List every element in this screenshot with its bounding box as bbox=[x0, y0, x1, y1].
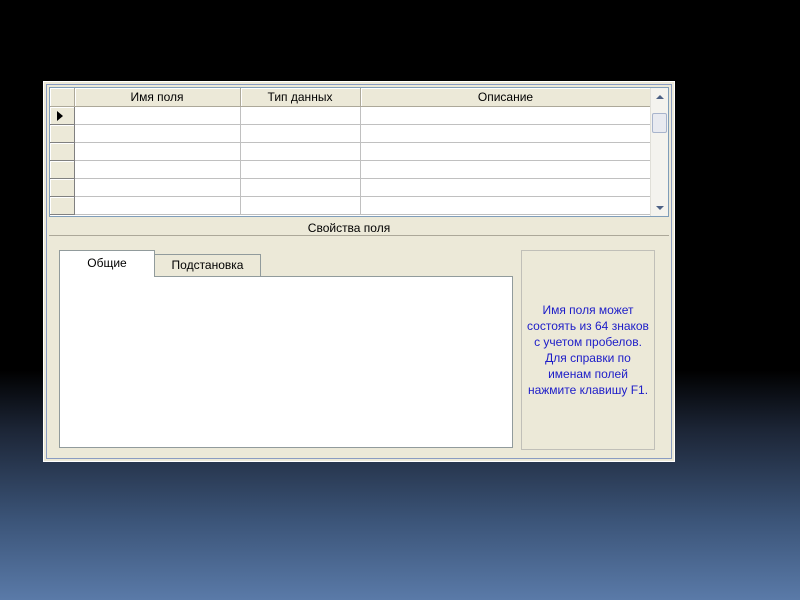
help-panel: Имя поля может состоять из 64 знаков с у… bbox=[521, 250, 655, 450]
general-tab-panel bbox=[59, 276, 513, 448]
scroll-up-arrow-icon bbox=[655, 94, 664, 99]
data-type-cell[interactable] bbox=[240, 196, 361, 215]
row-selector[interactable] bbox=[50, 124, 75, 143]
table-row[interactable] bbox=[50, 142, 652, 161]
scroll-thumb[interactable] bbox=[652, 113, 667, 133]
data-type-cell[interactable] bbox=[240, 106, 361, 125]
column-header-data-type[interactable]: Тип данных bbox=[240, 88, 361, 107]
scroll-down-arrow-icon bbox=[655, 205, 664, 210]
field-name-cell[interactable] bbox=[74, 160, 241, 179]
row-selector[interactable] bbox=[50, 160, 75, 179]
data-type-cell[interactable] bbox=[240, 124, 361, 143]
row-selector[interactable] bbox=[50, 196, 75, 215]
field-grid: Имя поля Тип данных Описание bbox=[49, 87, 669, 217]
row-selector-header bbox=[50, 88, 75, 107]
record-pointer-icon bbox=[57, 111, 63, 121]
description-cell[interactable] bbox=[360, 178, 652, 197]
field-name-cell[interactable] bbox=[74, 196, 241, 215]
tab-lookup[interactable]: Подстановка bbox=[154, 254, 261, 276]
column-header-field-name[interactable]: Имя поля bbox=[74, 88, 241, 107]
field-name-cell[interactable] bbox=[74, 124, 241, 143]
description-cell[interactable] bbox=[360, 124, 652, 143]
scroll-up-button[interactable] bbox=[652, 89, 667, 104]
field-name-cell[interactable] bbox=[74, 106, 241, 125]
table-row[interactable] bbox=[50, 196, 652, 215]
description-cell[interactable] bbox=[360, 196, 652, 215]
table-row[interactable] bbox=[50, 106, 652, 125]
data-type-cell[interactable] bbox=[240, 142, 361, 161]
data-type-cell[interactable] bbox=[240, 178, 361, 197]
field-name-cell[interactable] bbox=[74, 142, 241, 161]
field-grid-table: Имя поля Тип данных Описание bbox=[50, 88, 652, 215]
divider bbox=[49, 235, 669, 236]
row-selector[interactable] bbox=[50, 178, 75, 197]
table-design-window: Имя поля Тип данных Описание Свойства по… bbox=[43, 81, 675, 462]
help-text: Имя поля может состоять из 64 знаков с у… bbox=[527, 303, 649, 397]
data-type-cell[interactable] bbox=[240, 160, 361, 179]
column-header-description[interactable]: Описание bbox=[360, 88, 652, 107]
row-selector[interactable] bbox=[50, 142, 75, 161]
description-cell[interactable] bbox=[360, 106, 652, 125]
grid-header-row: Имя поля Тип данных Описание bbox=[50, 88, 652, 107]
row-selector[interactable] bbox=[50, 106, 75, 125]
table-row[interactable] bbox=[50, 160, 652, 179]
table-row[interactable] bbox=[50, 124, 652, 143]
vertical-scrollbar[interactable] bbox=[650, 88, 668, 216]
window-frame: Имя поля Тип данных Описание Свойства по… bbox=[46, 84, 672, 459]
description-cell[interactable] bbox=[360, 160, 652, 179]
description-cell[interactable] bbox=[360, 142, 652, 161]
scroll-down-button[interactable] bbox=[652, 200, 667, 215]
tab-general[interactable]: Общие bbox=[59, 250, 155, 277]
field-name-cell[interactable] bbox=[74, 178, 241, 197]
table-row[interactable] bbox=[50, 178, 652, 197]
